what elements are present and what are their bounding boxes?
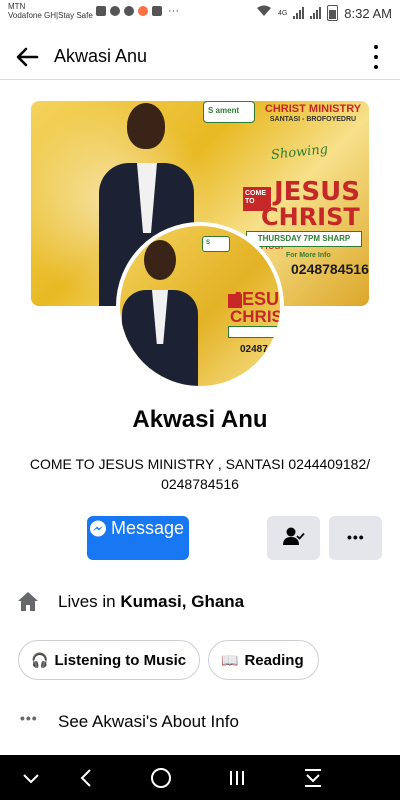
showing-text: Showing <box>270 142 329 163</box>
back-nav-icon[interactable] <box>74 765 100 791</box>
recent-apps-icon[interactable] <box>224 765 250 791</box>
signal-icon-1 <box>293 7 305 19</box>
more-options-button[interactable]: ••• <box>329 516 382 560</box>
system-nav-bar <box>0 755 400 800</box>
interest-label: Reading <box>244 651 304 669</box>
network-label: 4G <box>277 9 288 17</box>
about-info-row[interactable]: ••• See Akwasi's About Info <box>16 708 386 736</box>
ministry-title: CHRIST MINISTRY <box>264 103 362 115</box>
avatar-person <box>120 240 200 386</box>
profile-bio: COME TO JESUS MINISTRY , SANTASI 0244409… <box>29 456 371 492</box>
page-title: Akwasi Anu <box>54 46 148 66</box>
ministry-banner: CHRIST MINISTRY SANTASI - BROFOYEDRU <box>257 103 369 123</box>
notification-icon <box>152 6 162 16</box>
carrier-info: MTN Vodafone GH|Stay Safe <box>8 2 93 20</box>
system-status: 4G 8:32 AM <box>256 4 392 22</box>
cover-phone: 0248784516 <box>291 261 369 277</box>
avatar-logo: S <box>202 236 230 252</box>
avatar-jesus-text: JESU <box>232 289 280 309</box>
more-dots-icon: ··· <box>168 5 179 17</box>
notification-icons: ··· <box>96 5 179 17</box>
home-nav-icon[interactable] <box>148 765 174 791</box>
lives-in-text: Lives in Kumasi, Ghana <box>58 592 245 611</box>
chevron-down-icon[interactable] <box>18 765 44 791</box>
headphones-icon: 🎧 <box>31 651 49 668</box>
person-check-icon <box>283 527 305 552</box>
clock: 8:32 AM <box>344 5 392 21</box>
lives-in-place[interactable]: Kumasi, Ghana <box>120 592 244 611</box>
wifi-icon <box>256 4 272 22</box>
about-info-link[interactable]: See Akwasi's About Info <box>58 712 239 732</box>
battery-icon <box>327 5 339 21</box>
interest-chip-reading[interactable]: 📖 Reading <box>208 640 319 680</box>
message-button[interactable]: Message <box>87 516 189 560</box>
n-icon <box>96 6 106 16</box>
tv-logo: S ament <box>203 101 255 123</box>
lives-in-row: Lives in Kumasi, Ghana <box>16 588 386 616</box>
interest-chip-music[interactable]: 🎧 Listening to Music <box>18 640 200 680</box>
jesus-text: JESUS <box>274 177 360 207</box>
carrier-line-2: Vodafone GH|Stay Safe <box>8 11 93 20</box>
more-dots-icon: ••• <box>20 710 38 726</box>
messenger-icon <box>89 520 107 538</box>
schedule-text: THURSDAY 7PM SHARP <box>246 231 362 247</box>
status-bar: MTN Vodafone GH|Stay Safe ··· 4G 8:32 AM <box>0 0 400 34</box>
signal-icon-2 <box>310 7 322 19</box>
whatsapp-icon <box>124 6 134 16</box>
more-info-text: For More Info <box>286 252 331 259</box>
avatar-christ-text: CHRIS <box>230 307 280 326</box>
message-button-label: Message <box>111 518 185 538</box>
kebab-menu-icon[interactable] <box>372 45 380 69</box>
avatar[interactable]: S JESU CHRIS 02487 <box>120 226 280 386</box>
camera-icon <box>138 6 148 16</box>
friends-button[interactable] <box>267 516 320 560</box>
notification-drawer-icon[interactable] <box>300 765 326 791</box>
interest-label: Listening to Music <box>54 651 187 669</box>
ministry-location: SANTASI - BROFOYEDRU <box>269 116 357 123</box>
app-header: Akwasi Anu <box>0 34 400 80</box>
profile-name: Akwasi Anu <box>132 406 268 433</box>
book-icon: 📖 <box>221 651 239 668</box>
home-icon <box>16 590 40 612</box>
more-dots-icon: ••• <box>347 529 365 545</box>
avatar-schedule <box>228 326 280 338</box>
sync-icon <box>110 6 120 16</box>
carrier-line-1: MTN <box>8 2 26 11</box>
back-arrow-icon[interactable] <box>12 42 42 72</box>
avatar-phone: 02487 <box>240 344 268 355</box>
